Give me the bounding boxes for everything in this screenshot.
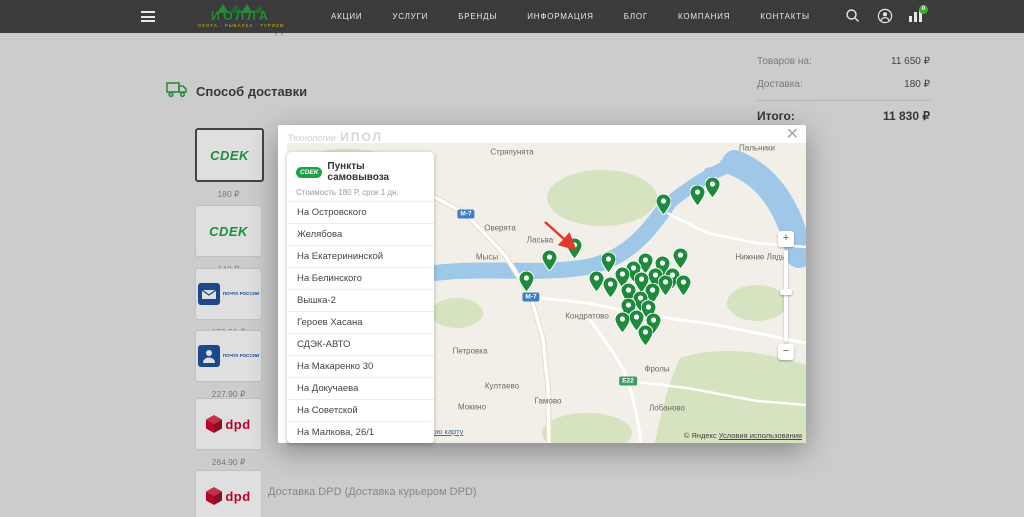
map-label: Гамово	[535, 397, 562, 406]
map-pin[interactable]	[658, 275, 673, 296]
logo-title: ИОЛЛА	[166, 10, 316, 23]
pickup-point-item[interactable]: На Екатерининской	[287, 245, 434, 267]
map-pin[interactable]	[638, 325, 653, 346]
pickup-point-item[interactable]: На Белинского	[287, 267, 434, 289]
menu-item-brendy[interactable]: БРЕНДЫ	[458, 12, 497, 21]
logo-tagline: ОХОТА · РЫБАЛКА · ТУРИЗМ	[166, 24, 316, 29]
close-icon[interactable]: ✕	[786, 127, 799, 143]
map-label: Фролы	[644, 365, 669, 374]
cdek-logo-chip: CDEK	[296, 167, 322, 178]
brand-word: Технологии	[288, 133, 336, 143]
map-label: Пальники	[739, 144, 775, 153]
map-pin[interactable]	[542, 250, 557, 271]
panel-subtitle: Стоимость 180 Р, срок 1 дн.	[287, 183, 434, 201]
map-label: Петровка	[453, 347, 488, 356]
pickup-points-panel: CDEK Пункты самовывоза Стоимость 180 Р, …	[287, 152, 434, 443]
main-menu: АКЦИИ УСЛУГИ БРЕНДЫ ИНФОРМАЦИЯ БЛОГ КОМП…	[331, 0, 810, 33]
pickup-point-item[interactable]: СДЭК-АВТО	[287, 333, 434, 355]
map-pin[interactable]	[673, 248, 688, 269]
pickup-point-item[interactable]: Желябова	[287, 223, 434, 245]
zoom-in-button[interactable]: +	[778, 231, 794, 247]
map-pin[interactable]	[567, 238, 582, 259]
page: Способы доставки Способ доставки CDEK 18…	[0, 0, 1024, 517]
pickup-point-item[interactable]: На Советской	[287, 399, 434, 421]
menu-item-kompaniya[interactable]: КОМПАНИЯ	[678, 12, 730, 21]
hamburger-menu-icon[interactable]	[141, 11, 155, 22]
menu-item-kontakty[interactable]: КОНТАКТЫ	[760, 12, 810, 21]
pickup-point-item[interactable]: На Докучаева	[287, 377, 434, 399]
pickup-point-item[interactable]: На Островского	[287, 201, 434, 223]
zoom-slider-handle[interactable]	[780, 289, 792, 295]
map-label: Нижние Ляды	[735, 253, 786, 262]
map-label: Кондратово	[565, 312, 609, 321]
menu-item-blog[interactable]: БЛОГ	[624, 12, 648, 21]
pickup-point-item[interactable]: На Макаренко 30	[287, 355, 434, 377]
brand-logo-text: ИПОЛ	[340, 130, 383, 144]
map-attribution: © Яндекс Условия использования	[684, 431, 802, 440]
map-pin[interactable]	[519, 271, 534, 292]
road-badge: Е22	[619, 377, 637, 386]
map-pin[interactable]	[603, 277, 618, 298]
pickup-point-item[interactable]: Вышка-2	[287, 289, 434, 311]
road-badge: М-7	[457, 210, 474, 219]
map-label: Ласьва	[527, 236, 553, 245]
pickup-point-item[interactable]: Героев Хасана	[287, 311, 434, 333]
map-label: Стряпунята	[490, 148, 533, 157]
menu-item-informaciya[interactable]: ИНФОРМАЦИЯ	[527, 12, 594, 21]
pickup-map-modal: Технологии ИПОЛ ✕	[278, 125, 806, 443]
menu-item-akcii[interactable]: АКЦИИ	[331, 12, 362, 21]
top-nav: ИОЛЛА ОХОТА · РЫБАЛКА · ТУРИЗМ АКЦИИ УСЛ…	[0, 0, 1024, 33]
map-label: Мысы	[476, 253, 498, 262]
map-label: Култаево	[485, 382, 519, 391]
terms-of-use-link[interactable]: Условия использования	[719, 431, 802, 440]
panel-title: Пункты самовывоза	[327, 161, 425, 183]
map-pin[interactable]	[589, 271, 604, 292]
search-icon[interactable]	[845, 8, 862, 25]
pickup-point-item[interactable]: На Малкова, 26/1	[287, 421, 434, 443]
yandex-copyright[interactable]: © Яндекс	[684, 431, 717, 440]
map-pin[interactable]	[676, 275, 691, 296]
menu-item-uslugi[interactable]: УСЛУГИ	[392, 12, 428, 21]
zoom-slider-track[interactable]	[784, 250, 788, 342]
pickup-point-list: На ОстровскогоЖелябоваНа ЕкатерининскойН…	[287, 201, 434, 443]
logo[interactable]: ИОЛЛА ОХОТА · РЫБАЛКА · ТУРИЗМ	[166, 1, 316, 28]
map-pin[interactable]	[601, 252, 616, 273]
cart-count-badge: 0	[919, 5, 928, 14]
map-pin[interactable]	[690, 185, 705, 206]
map-label: Оверята	[484, 224, 516, 233]
road-badge: М-7	[522, 293, 539, 302]
map-pin[interactable]	[656, 194, 671, 215]
zoom-out-button[interactable]: −	[778, 344, 794, 360]
map-pin[interactable]	[705, 177, 720, 198]
map-pin[interactable]	[615, 312, 630, 333]
account-icon[interactable]	[877, 8, 894, 25]
map-label: Лобаново	[649, 404, 685, 413]
panel-header: CDEK Пункты самовывоза	[287, 152, 434, 183]
map-label: Мокино	[458, 403, 486, 412]
